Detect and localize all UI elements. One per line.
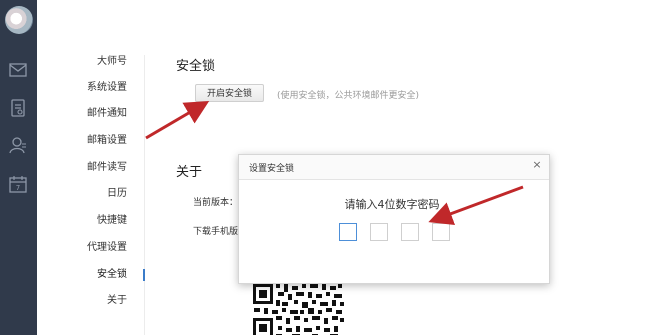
- nav-item-master[interactable]: 大师号: [97, 56, 127, 68]
- close-icon[interactable]: ×: [531, 159, 543, 171]
- pin-digit-2-input[interactable]: [370, 223, 388, 241]
- nav-item-shortcuts[interactable]: 快捷键: [97, 215, 127, 227]
- dialog-header: 设置安全锁 ×: [239, 155, 549, 180]
- mail-icon[interactable]: [9, 63, 27, 79]
- current-version-label: 当前版本：: [193, 198, 239, 208]
- qr-code-image: [252, 282, 345, 335]
- security-section-title: 安全锁: [176, 59, 216, 74]
- app-sidebar: 7: [0, 0, 37, 335]
- enable-security-lock-button[interactable]: 开启安全锁: [195, 84, 264, 102]
- contacts-icon[interactable]: [9, 136, 27, 154]
- nav-divider: [144, 55, 145, 335]
- nav-item-about[interactable]: 关于: [107, 295, 127, 307]
- nav-item-calendar[interactable]: 日历: [107, 188, 127, 200]
- nav-item-mail-notify[interactable]: 邮件通知: [87, 108, 127, 120]
- nav-item-mail-read-write[interactable]: 邮件读写: [87, 162, 127, 174]
- nav-item-mailbox-settings[interactable]: 邮箱设置: [87, 135, 127, 147]
- set-security-lock-dialog: 设置安全锁 × 请输入4位数字密码: [238, 154, 550, 284]
- pin-digit-1-input[interactable]: [339, 223, 357, 241]
- nav-active-indicator: [143, 269, 145, 281]
- avatar[interactable]: [5, 6, 33, 34]
- arrow-to-enable-button: [145, 100, 210, 140]
- dialog-title: 设置安全锁: [249, 164, 295, 174]
- pin-digit-3-input[interactable]: [401, 223, 419, 241]
- nav-item-security-lock[interactable]: 安全锁: [97, 269, 127, 281]
- nav-item-proxy-settings[interactable]: 代理设置: [87, 242, 127, 254]
- calendar-icon[interactable]: 7: [9, 175, 27, 193]
- about-section-title: 关于: [176, 165, 203, 180]
- nav-item-system-settings[interactable]: 系统设置: [87, 82, 127, 94]
- security-hint: (使用安全锁，公共环境邮件更安全): [277, 91, 420, 101]
- download-mobile-label: 下载手机版: [193, 227, 239, 237]
- pin-digit-4-input[interactable]: [432, 223, 450, 241]
- notes-icon[interactable]: [9, 99, 27, 117]
- settings-nav: 大师号 系统设置 邮件通知 邮箱设置 邮件读写 日历 快捷键 代理设置 安全锁 …: [37, 0, 142, 335]
- svg-text:7: 7: [16, 184, 20, 192]
- pin-prompt: 请输入4位数字密码: [344, 198, 440, 211]
